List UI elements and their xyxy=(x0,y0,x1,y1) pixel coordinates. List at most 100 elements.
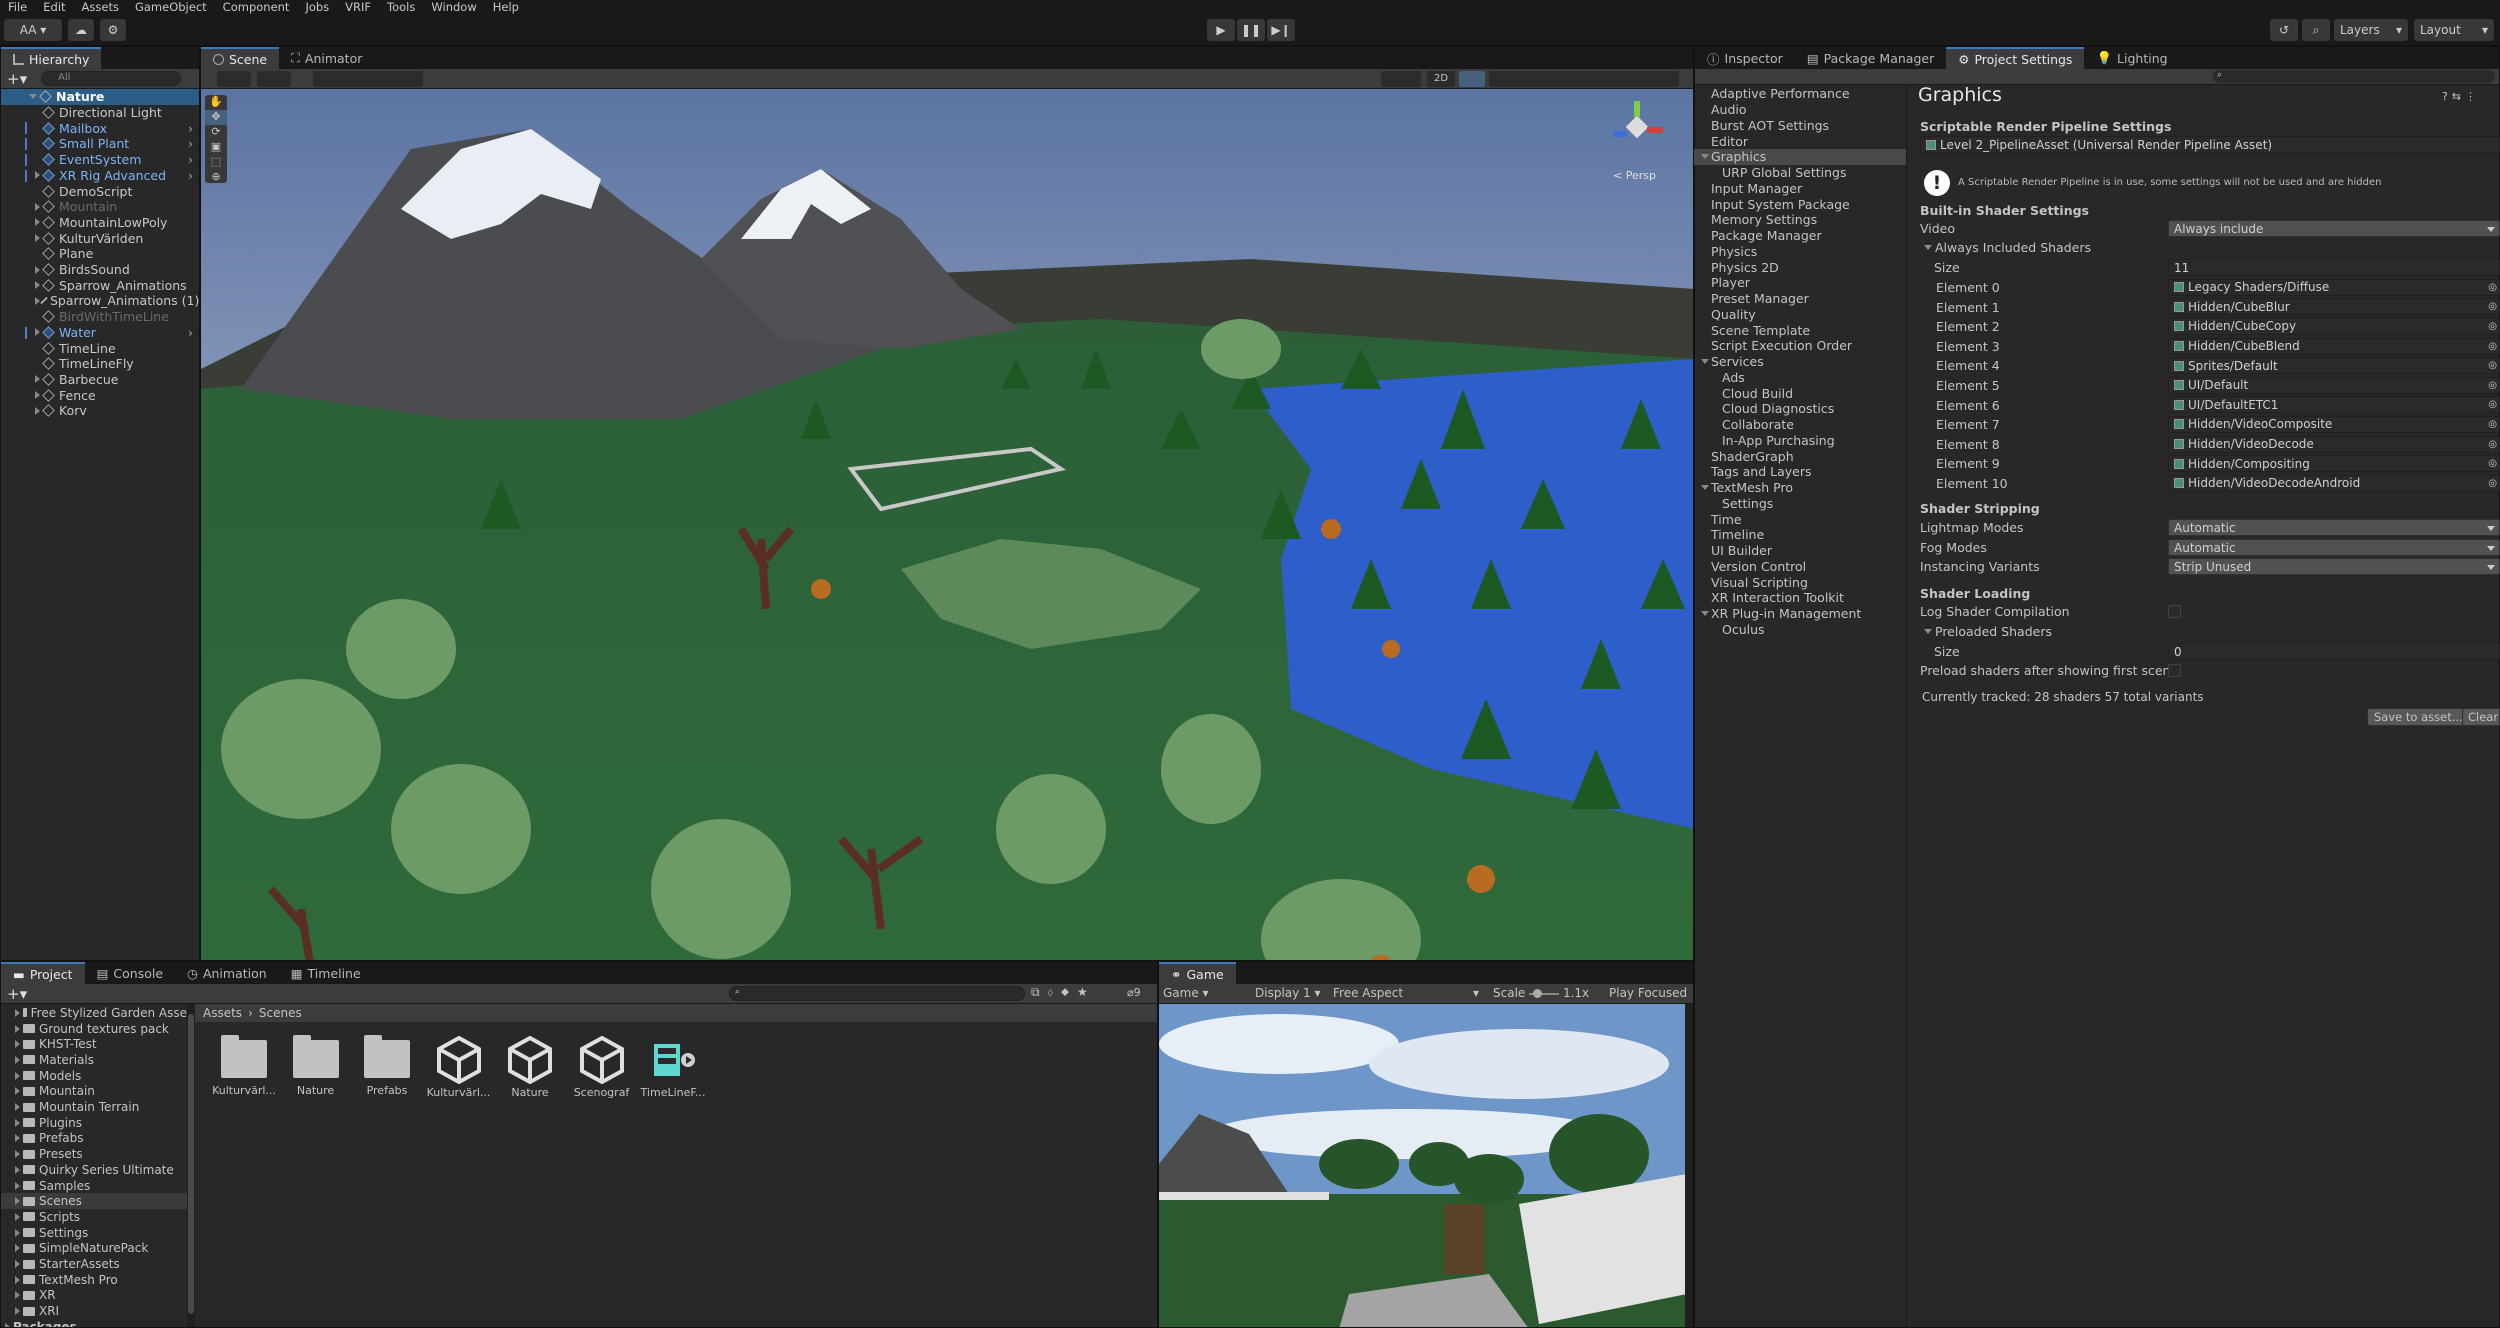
settings-item[interactable]: Tags and Layers xyxy=(1694,464,1906,480)
tab-animation[interactable]: ◷ Animation xyxy=(175,962,279,984)
expand-arrow-icon[interactable] xyxy=(35,234,40,243)
chevron-right-icon[interactable]: › xyxy=(188,136,193,151)
expand-arrow-icon[interactable] xyxy=(35,265,40,274)
settings-item[interactable]: Oculus xyxy=(1694,622,1906,638)
expand-arrow-icon[interactable] xyxy=(35,328,40,337)
asset-item[interactable]: Scenograf xyxy=(567,1035,637,1099)
menu-item-gameobject[interactable]: GameObject xyxy=(127,0,215,14)
shader-object-field[interactable]: Hidden/CubeBlend ◎ xyxy=(2168,337,2500,355)
expand-arrow-icon[interactable] xyxy=(35,406,40,415)
search-icon[interactable]: ⌕ xyxy=(2302,19,2330,41)
expand-arrow-icon[interactable] xyxy=(35,375,40,384)
preloaded-row[interactable]: Preloaded Shaders xyxy=(1924,622,2500,642)
hierarchy-item[interactable]: Sparrow_Animations (1) xyxy=(1,293,199,309)
collab-icon[interactable]: ⚙ xyxy=(100,19,126,41)
play-button[interactable]: ▶ xyxy=(1207,19,1235,41)
scene-viewport[interactable]: ✋ ✥ ⟳ ▣ ⬚ ⊕ < Persp xyxy=(201,89,1693,960)
settings-item[interactable]: Quality xyxy=(1694,307,1906,323)
draw-mode-button[interactable] xyxy=(217,71,251,87)
gizmo-x-axis[interactable] xyxy=(1647,127,1663,133)
rect-tool-icon[interactable]: ⬚ xyxy=(205,155,227,170)
asset-item[interactable]: Kulturvärl... xyxy=(209,1035,279,1097)
foldout-arrow-icon[interactable] xyxy=(1924,629,1932,635)
log-compilation-checkbox[interactable] xyxy=(2168,605,2181,618)
expand-arrow-icon[interactable] xyxy=(15,1244,20,1253)
menu-item-tools[interactable]: Tools xyxy=(379,0,423,14)
settings-item[interactable]: Ads xyxy=(1694,370,1906,386)
expand-arrow-icon[interactable] xyxy=(35,281,40,290)
projection-label[interactable]: < Persp xyxy=(1613,169,1656,182)
settings-item[interactable]: Timeline xyxy=(1694,527,1906,543)
menu-item-component[interactable]: Component xyxy=(215,0,298,14)
hierarchy-scene-root[interactable]: Nature xyxy=(1,89,199,105)
folder-item[interactable]: Plugins xyxy=(1,1115,187,1131)
settings-item[interactable]: Cloud Build xyxy=(1694,385,1906,401)
asset-item[interactable]: TimeLineF... xyxy=(638,1036,708,1099)
expand-arrow-icon[interactable] xyxy=(35,218,40,227)
hierarchy-item[interactable]: BirdsSound xyxy=(1,262,199,278)
render-mode-button[interactable] xyxy=(257,71,291,87)
shading-mode-button[interactable] xyxy=(1381,71,1421,87)
expand-arrow-icon[interactable] xyxy=(15,1181,20,1190)
settings-item[interactable]: Preset Manager xyxy=(1694,291,1906,307)
lightmap-dropdown[interactable]: Automatic xyxy=(2168,519,2500,536)
folder-item[interactable]: TextMesh Pro xyxy=(1,1272,187,1288)
shader-object-field[interactable]: Hidden/VideoDecodeAndroid ◎ xyxy=(2168,474,2500,492)
srp-asset-field[interactable]: Level 2_PipelineAsset (Universal Render … xyxy=(1920,136,2500,153)
lighting-toggle-icon[interactable] xyxy=(1459,71,1485,87)
snap-tools-group[interactable] xyxy=(313,71,423,87)
tab-console[interactable]: ▤ Console xyxy=(85,962,175,984)
expand-arrow-icon[interactable] xyxy=(1701,485,1709,491)
hierarchy-search-input[interactable]: All xyxy=(41,71,181,86)
settings-item[interactable]: Editor xyxy=(1694,133,1906,149)
shader-object-field[interactable]: UI/Default ◎ xyxy=(2168,376,2500,394)
cloud-icon[interactable]: ☁ xyxy=(68,19,94,41)
breadcrumb-assets[interactable]: Assets xyxy=(203,1006,242,1020)
video-dropdown[interactable]: Always include xyxy=(2168,220,2500,237)
rotate-tool-icon[interactable]: ⟳ xyxy=(205,125,227,140)
settings-item[interactable]: Physics xyxy=(1694,244,1906,260)
menu-item-file[interactable]: File xyxy=(0,0,35,14)
hierarchy-item[interactable]: Korv xyxy=(1,403,199,419)
menu-item-vrif[interactable]: VRIF xyxy=(337,0,379,14)
object-picker-icon[interactable]: ◎ xyxy=(2488,419,2497,430)
orientation-gizmo[interactable] xyxy=(1607,101,1667,161)
object-picker-icon[interactable]: ◎ xyxy=(2488,321,2497,332)
step-button[interactable]: ▶❙ xyxy=(1267,19,1295,41)
expand-arrow-icon[interactable] xyxy=(35,171,40,180)
hierarchy-item[interactable]: Mountain xyxy=(1,199,199,215)
game-scrollbar[interactable] xyxy=(1685,1004,1693,1327)
settings-item[interactable]: Input Manager xyxy=(1694,181,1906,197)
folder-item[interactable]: Free Stylized Garden Asse xyxy=(1,1005,187,1021)
expand-arrow-icon[interactable] xyxy=(15,1260,20,1269)
folder-item[interactable]: SimpleNaturePack xyxy=(1,1241,187,1257)
expand-arrow-icon[interactable] xyxy=(15,1118,20,1127)
chevron-right-icon[interactable]: › xyxy=(188,152,193,167)
tab-inspector[interactable]: ⓘ Inspector xyxy=(1695,47,1795,69)
menu-item-window[interactable]: Window xyxy=(423,0,484,14)
expand-arrow-icon[interactable] xyxy=(15,1228,20,1237)
asset-item[interactable]: Nature xyxy=(281,1035,351,1097)
breadcrumb-scenes[interactable]: Scenes xyxy=(259,1006,302,1020)
folder-item[interactable]: KHST-Test xyxy=(1,1036,187,1052)
settings-item[interactable]: TextMesh Pro xyxy=(1694,480,1906,496)
preload-size-input[interactable]: 0 xyxy=(2168,643,2500,660)
chevron-right-icon[interactable]: › xyxy=(188,168,193,183)
expand-arrow-icon[interactable] xyxy=(15,1150,20,1159)
expand-arrow-icon[interactable] xyxy=(15,1040,20,1049)
folder-item[interactable]: Settings xyxy=(1,1225,187,1241)
shader-object-field[interactable]: Sprites/Default ◎ xyxy=(2168,357,2500,375)
settings-item[interactable]: Visual Scripting xyxy=(1694,574,1906,590)
scale-tool-icon[interactable]: ▣ xyxy=(205,140,227,155)
shader-object-field[interactable]: Hidden/VideoComposite ◎ xyxy=(2168,415,2500,433)
folder-item[interactable]: Quirky Series Ultimate xyxy=(1,1162,187,1178)
settings-item[interactable]: Adaptive Performance xyxy=(1694,86,1906,102)
settings-item[interactable]: Services xyxy=(1694,354,1906,370)
hierarchy-item[interactable]: Barbecue xyxy=(1,372,199,388)
hierarchy-item[interactable]: Mailbox › xyxy=(1,120,199,136)
expand-arrow-icon[interactable] xyxy=(15,1024,20,1033)
asset-item[interactable]: Prefabs xyxy=(352,1035,422,1097)
size-input[interactable]: 11 xyxy=(2168,259,2500,276)
filter-icons[interactable]: ⧉⬨⬥★ xyxy=(1031,985,1096,1000)
scale-slider[interactable]: Scale 1.1x xyxy=(1493,986,1589,1000)
